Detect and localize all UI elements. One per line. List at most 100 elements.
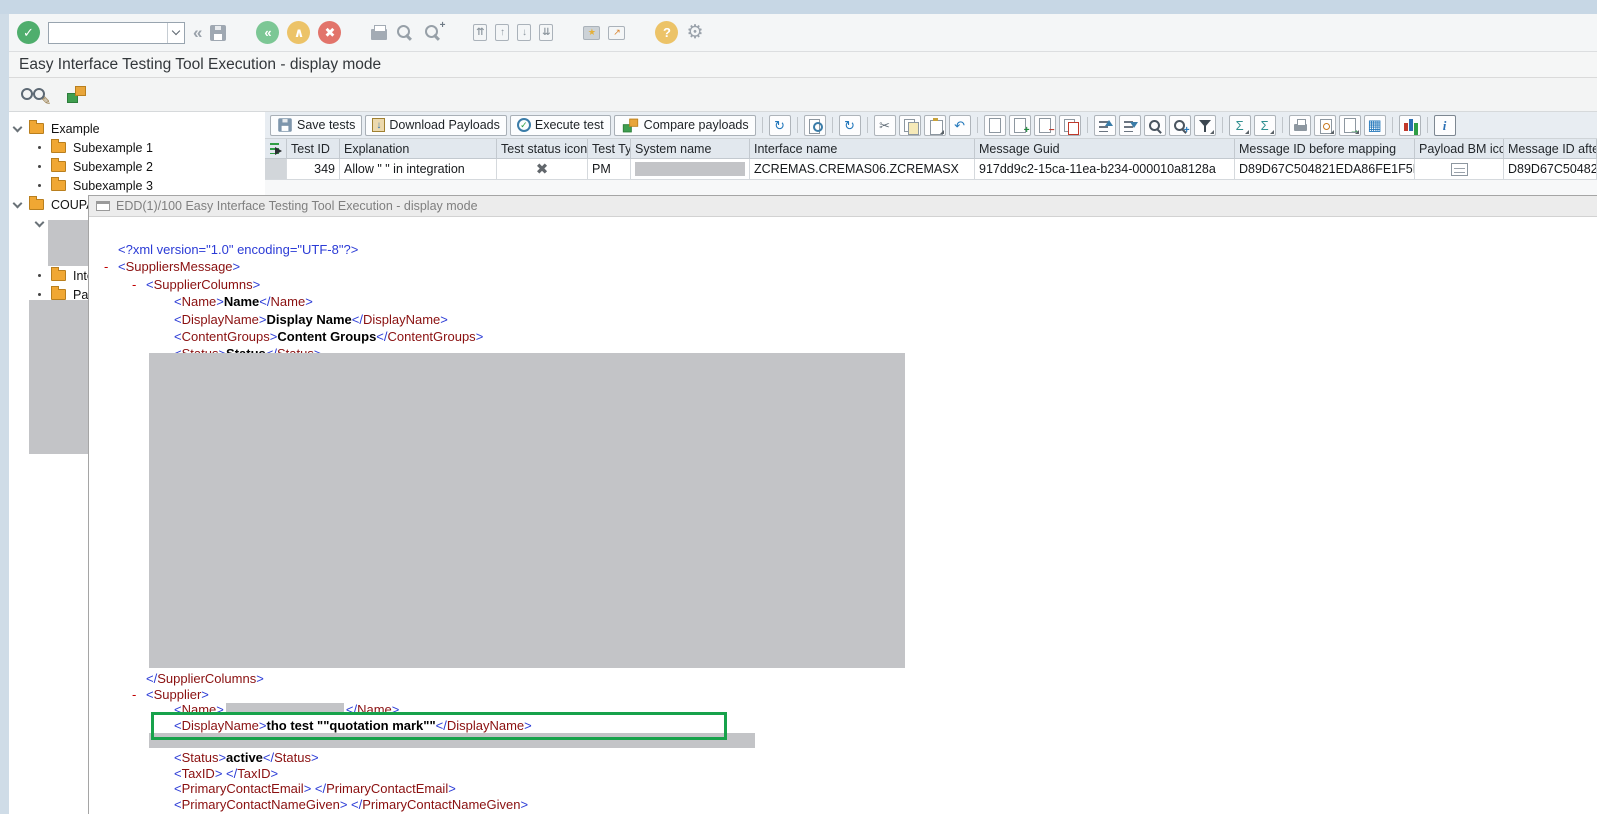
- column-header-interface-name[interactable]: Interface name: [750, 139, 975, 159]
- display-change-icon[interactable]: ✎: [19, 85, 51, 108]
- popup-title-bar[interactable]: EDD(1)/100 Easy Interface Testing Tool E…: [89, 196, 1597, 217]
- cancel-icon-glyph: ✖: [324, 24, 336, 40]
- save-tests-button[interactable]: Save tests: [270, 114, 363, 136]
- sort-desc-icon[interactable]: [1118, 114, 1141, 136]
- xml-bracket: >: [201, 686, 209, 702]
- page-up-icon[interactable]: ↑: [495, 24, 510, 41]
- column-header-message-id-after[interactable]: Message ID after: [1504, 139, 1597, 159]
- xml-collapse-toggle[interactable]: -: [104, 258, 118, 275]
- print-icon[interactable]: [1288, 114, 1311, 136]
- find-next-icon-main[interactable]: +: [423, 20, 445, 43]
- xml-line: <DisplayName>Display Name</DisplayName>: [104, 311, 1597, 328]
- filter-icon[interactable]: [1193, 114, 1216, 136]
- payload-grid-icon[interactable]: [1450, 162, 1468, 176]
- download-payloads-button[interactable]: ↓ Download Payloads: [365, 114, 507, 136]
- new-session-icon-glyph: ★: [587, 27, 596, 37]
- new-row-icon[interactable]: [983, 114, 1006, 136]
- exit-icon[interactable]: ∧: [287, 21, 311, 44]
- delete-row-icon[interactable]: −: [1033, 114, 1056, 136]
- column-header-test-status-icon[interactable]: Test status icon: [497, 139, 588, 159]
- select-all-icon[interactable]: [269, 142, 282, 155]
- cell-test-type[interactable]: PM: [588, 159, 631, 180]
- command-confirm-icon[interactable]: ✓: [17, 21, 40, 44]
- info-icon[interactable]: i: [1433, 114, 1456, 136]
- column-header-payload-bm-icon[interactable]: Payload BM icon: [1415, 139, 1504, 159]
- grid-data-row[interactable]: 349 Allow " " in integration ✖ PM ZCREMAS.CR…: [265, 159, 1597, 180]
- page-down-icon[interactable]: ↓: [517, 24, 532, 41]
- print-preview-icon[interactable]: [1313, 114, 1336, 136]
- new-session-icon[interactable]: ★: [583, 25, 601, 40]
- export-icon[interactable]: →: [1338, 114, 1361, 136]
- back-icon[interactable]: «: [256, 21, 280, 44]
- chevron-down-icon[interactable]: [12, 122, 23, 132]
- shortcut-icon[interactable]: ↗: [608, 25, 626, 40]
- cell-message-id-before-mapping[interactable]: D89D67C504821EDA86FE1F5F...: [1235, 159, 1415, 180]
- find-icon[interactable]: [1143, 114, 1166, 136]
- cell-test-status-icon[interactable]: ✖: [497, 159, 588, 180]
- xml-collapse-toggle[interactable]: -: [132, 276, 146, 293]
- sum-icon[interactable]: Σ: [1228, 114, 1251, 136]
- cell-interface-name[interactable]: ZCREMAS.CREMAS06.ZCREMASX: [750, 159, 975, 180]
- first-page-icon[interactable]: ⇈: [473, 24, 488, 41]
- tree-item-subexample-3[interactable]: Subexample 3: [9, 176, 265, 195]
- duplicate-row-icon[interactable]: [1058, 114, 1081, 136]
- paste-icon[interactable]: [923, 114, 946, 136]
- compare-payloads-button[interactable]: Compare payloads: [613, 114, 756, 136]
- column-header-message-id-before-mapping[interactable]: Message ID before mapping: [1235, 139, 1415, 159]
- undo-icon[interactable]: ↶: [948, 114, 971, 136]
- tree-item-subexample-2[interactable]: Subexample 2: [9, 157, 265, 176]
- column-header-system-name[interactable]: System name: [631, 139, 750, 159]
- column-header-explanation[interactable]: Explanation: [340, 139, 497, 159]
- tree-item-example[interactable]: Example: [9, 119, 265, 138]
- dropdown-caret-icon: [1354, 129, 1359, 134]
- tree-item-subexample-1[interactable]: Subexample 1: [9, 138, 265, 157]
- chevron-down-icon[interactable]: [34, 217, 45, 227]
- cell-payload-bm-icon[interactable]: [1415, 159, 1504, 180]
- column-header-test-type[interactable]: Test Type: [588, 139, 631, 159]
- cell-value: 349: [314, 162, 335, 176]
- refresh-icon[interactable]: ↻: [768, 114, 791, 136]
- compare-objects-icon[interactable]: [67, 86, 86, 103]
- graph-icon[interactable]: [1398, 114, 1421, 136]
- last-page-icon[interactable]: ⇊: [539, 24, 554, 41]
- cell-system-name[interactable]: [631, 159, 750, 180]
- display-payload-icon[interactable]: [803, 114, 826, 136]
- save-icon[interactable]: [210, 24, 227, 41]
- xml-bracket: >: [520, 797, 529, 813]
- find-icon-main[interactable]: [395, 23, 415, 43]
- execute-test-button[interactable]: ✓ Execute test: [509, 114, 611, 136]
- column-header-message-guid[interactable]: Message Guid: [975, 139, 1235, 159]
- copy-icon[interactable]: [898, 114, 921, 136]
- refresh-2-icon[interactable]: ↻: [838, 114, 861, 136]
- chevron-down-icon[interactable]: [12, 198, 23, 208]
- cell-message-guid[interactable]: 917dd9c2-15ca-11ea-b234-000010a8128a: [975, 159, 1235, 180]
- folder-icon: [29, 196, 44, 210]
- command-input[interactable]: [49, 22, 167, 43]
- cell-test-id[interactable]: 349: [287, 159, 340, 180]
- cell-explanation[interactable]: Allow " " in integration: [340, 159, 497, 180]
- cell-message-id-after[interactable]: D89D67C504821: [1504, 159, 1597, 180]
- column-header-test-id[interactable]: Test ID: [287, 139, 340, 159]
- cancel-icon[interactable]: ✖: [318, 21, 342, 44]
- choose-layout-icon[interactable]: ▦: [1363, 114, 1386, 136]
- subtotal-icon[interactable]: Σ: [1253, 114, 1276, 136]
- collapse-command-icon[interactable]: «: [193, 23, 202, 43]
- dropdown-caret-icon: [1329, 129, 1334, 134]
- insert-row-icon[interactable]: +: [1008, 114, 1031, 136]
- find-next-icon[interactable]: +: [1168, 114, 1191, 136]
- customize-icon[interactable]: ⚙: [686, 21, 703, 44]
- exit-icon-glyph: ∧: [293, 24, 305, 40]
- toolbar-separator: [761, 117, 763, 133]
- column-header-selector[interactable]: [265, 139, 287, 159]
- chevron-down-icon: [171, 26, 181, 36]
- cut-icon[interactable]: ✂: [873, 114, 896, 136]
- command-dropdown-icon[interactable]: [167, 22, 184, 43]
- cell-value: ZCREMAS.CREMAS06.ZCREMASX: [754, 162, 959, 176]
- xml-bracket: </: [146, 670, 158, 686]
- window-icon: [96, 201, 110, 211]
- xml-collapse-toggle[interactable]: -: [132, 687, 146, 703]
- print-icon-main[interactable]: [371, 25, 388, 40]
- sort-asc-icon[interactable]: [1093, 114, 1116, 136]
- help-icon[interactable]: ?: [655, 21, 679, 44]
- cell-selector[interactable]: [265, 159, 287, 180]
